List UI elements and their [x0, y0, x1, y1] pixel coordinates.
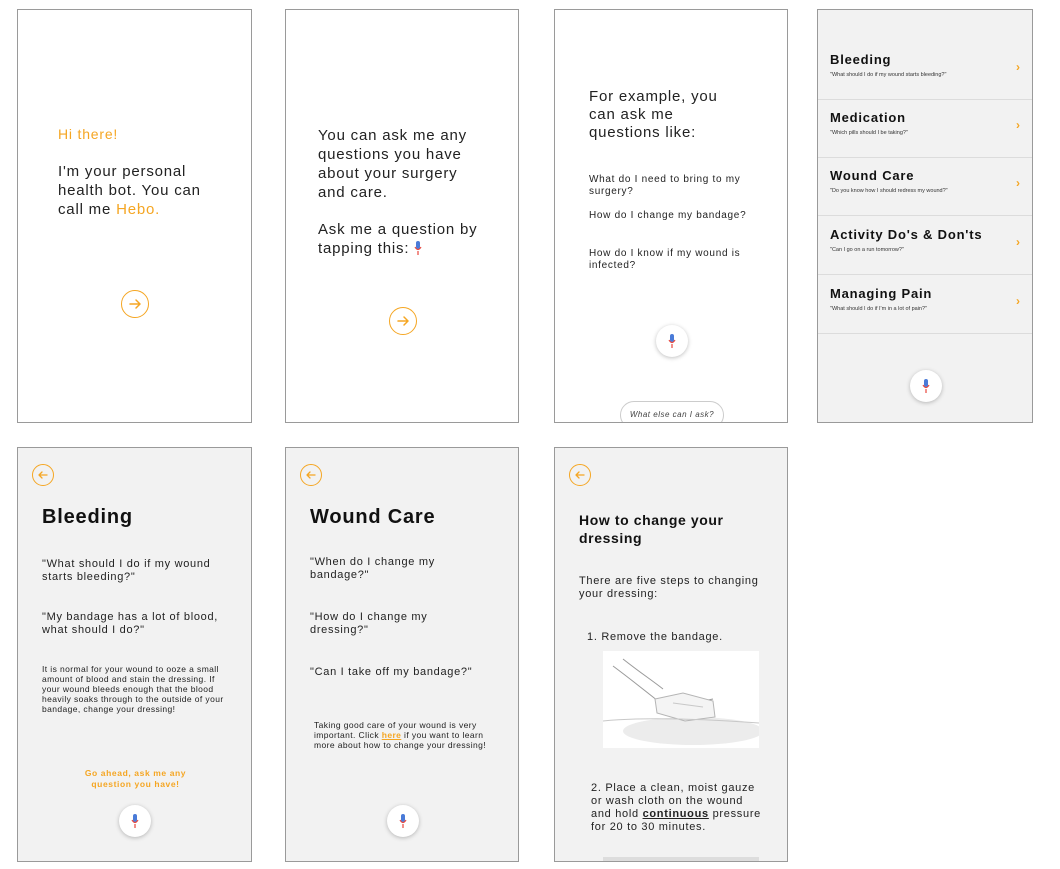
intro-text: I'm your personal health bot. You can ca…	[58, 162, 228, 219]
next-button[interactable]	[121, 290, 149, 318]
example-question: What do I need to bring to my surgery?	[589, 174, 741, 197]
page-title: How to change your dressing	[579, 512, 724, 546]
change-dressing-screen: How to change your dressing There are fi…	[554, 447, 788, 862]
mic-button[interactable]	[119, 805, 151, 837]
tap-instruction-text: Ask me a question by tapping this:	[318, 220, 498, 258]
topic-subtitle: "Do you know how I should redress my wou…	[830, 188, 948, 194]
chevron-right-icon: ›	[1016, 294, 1020, 308]
mic-icon	[922, 379, 930, 393]
instructions-screen: You can ask me any questions you have ab…	[285, 9, 519, 423]
chevron-right-icon: ›	[1016, 118, 1020, 132]
topic-title: Bleeding	[830, 52, 892, 67]
step2-emphasis: continuous	[642, 808, 709, 820]
ask-intro-text: You can ask me any questions you have ab…	[318, 127, 467, 201]
welcome-screen: Hi there! I'm your personal health bot. …	[17, 9, 252, 423]
topic-subtitle: "What should I do if my wound starts ble…	[830, 72, 947, 78]
example-quote: "What should I do if my wound starts ble…	[42, 558, 211, 583]
arrow-right-icon	[129, 299, 141, 309]
steps-intro: There are five steps to changing your dr…	[579, 575, 759, 600]
example-quote: "How do I change my dressing?"	[310, 611, 428, 636]
examples-intro-text: For example, you can ask me questions li…	[589, 88, 718, 141]
topic-title: Medication	[830, 110, 906, 125]
topic-item-activity[interactable]: Activity Do's & Don'ts "Can I go on a ru…	[818, 217, 1032, 275]
topic-title: Managing Pain	[830, 286, 933, 301]
mic-icon	[131, 814, 139, 828]
wound-care-screen: Wound Care "When do I change my bandage?…	[285, 447, 519, 862]
topic-subtitle: "Which pills should I be taking?"	[830, 130, 908, 136]
chevron-right-icon: ›	[1016, 235, 1020, 249]
info-text: It is normal for your wound to ooze a sm…	[42, 664, 224, 714]
examples-screen: For example, you can ask me questions li…	[554, 9, 788, 423]
bleeding-screen: Bleeding "What should I do if my wound s…	[17, 447, 252, 862]
back-button[interactable]	[569, 464, 591, 486]
bot-name: Hebo.	[116, 201, 161, 218]
topic-item-medication[interactable]: Medication "Which pills should I be taki…	[818, 100, 1032, 158]
greeting-text: Hi there!	[58, 126, 119, 142]
page-title: Bleeding	[42, 506, 133, 528]
arrow-left-icon	[38, 471, 48, 479]
arrow-right-icon	[397, 316, 409, 326]
topics-screen: Bleeding "What should I do if my wound s…	[817, 9, 1033, 423]
mic-icon	[414, 241, 422, 255]
back-button[interactable]	[32, 464, 54, 486]
arrow-left-icon	[575, 471, 585, 479]
mic-button[interactable]	[656, 325, 688, 357]
tap-instruction-label: Ask me a question by tapping this:	[318, 221, 478, 257]
topic-item-managing-pain[interactable]: Managing Pain "What should I do if I'm i…	[818, 276, 1032, 334]
mic-icon	[668, 334, 676, 348]
next-step-image-edge	[603, 857, 759, 861]
topic-title: Activity Do's & Don'ts	[830, 227, 983, 242]
chevron-right-icon: ›	[1016, 60, 1020, 74]
topic-title: Wound Care	[830, 168, 915, 183]
arrow-left-icon	[306, 471, 316, 479]
ask-prompt: Go ahead, ask me any question you have!	[84, 768, 187, 789]
mic-button[interactable]	[910, 370, 942, 402]
remove-bandage-illustration	[602, 651, 763, 748]
topic-subtitle: "What should I do if I'm in a lot of pai…	[830, 306, 927, 312]
mic-icon	[399, 814, 407, 828]
what-else-button[interactable]: What else can I ask?	[620, 401, 724, 422]
step-1: 1. Remove the bandage.	[587, 631, 723, 643]
hand-bandage-icon	[602, 651, 763, 748]
info-text: Taking good care of your wound is very i…	[314, 720, 492, 750]
example-quote: "When do I change my bandage?"	[310, 556, 435, 581]
topic-item-wound-care[interactable]: Wound Care "Do you know how I should red…	[818, 158, 1032, 216]
here-link[interactable]: here	[382, 730, 402, 740]
example-quote: "Can I take off my bandage?"	[310, 666, 473, 678]
example-quote: "My bandage has a lot of blood, what sho…	[42, 611, 219, 636]
topic-item-bleeding[interactable]: Bleeding "What should I do if my wound s…	[818, 42, 1032, 100]
topic-subtitle: "Can I go on a run tomorrow?"	[830, 247, 904, 253]
chevron-right-icon: ›	[1016, 176, 1020, 190]
example-question: How do I know if my wound is infected?	[589, 248, 741, 271]
step-2: 2. Place a clean, moist gauze or wash cl…	[591, 782, 761, 834]
back-button[interactable]	[300, 464, 322, 486]
mic-button[interactable]	[387, 805, 419, 837]
example-question: How do I change my bandage?	[589, 210, 747, 221]
next-button[interactable]	[389, 307, 417, 335]
page-title: Wound Care	[310, 506, 436, 528]
